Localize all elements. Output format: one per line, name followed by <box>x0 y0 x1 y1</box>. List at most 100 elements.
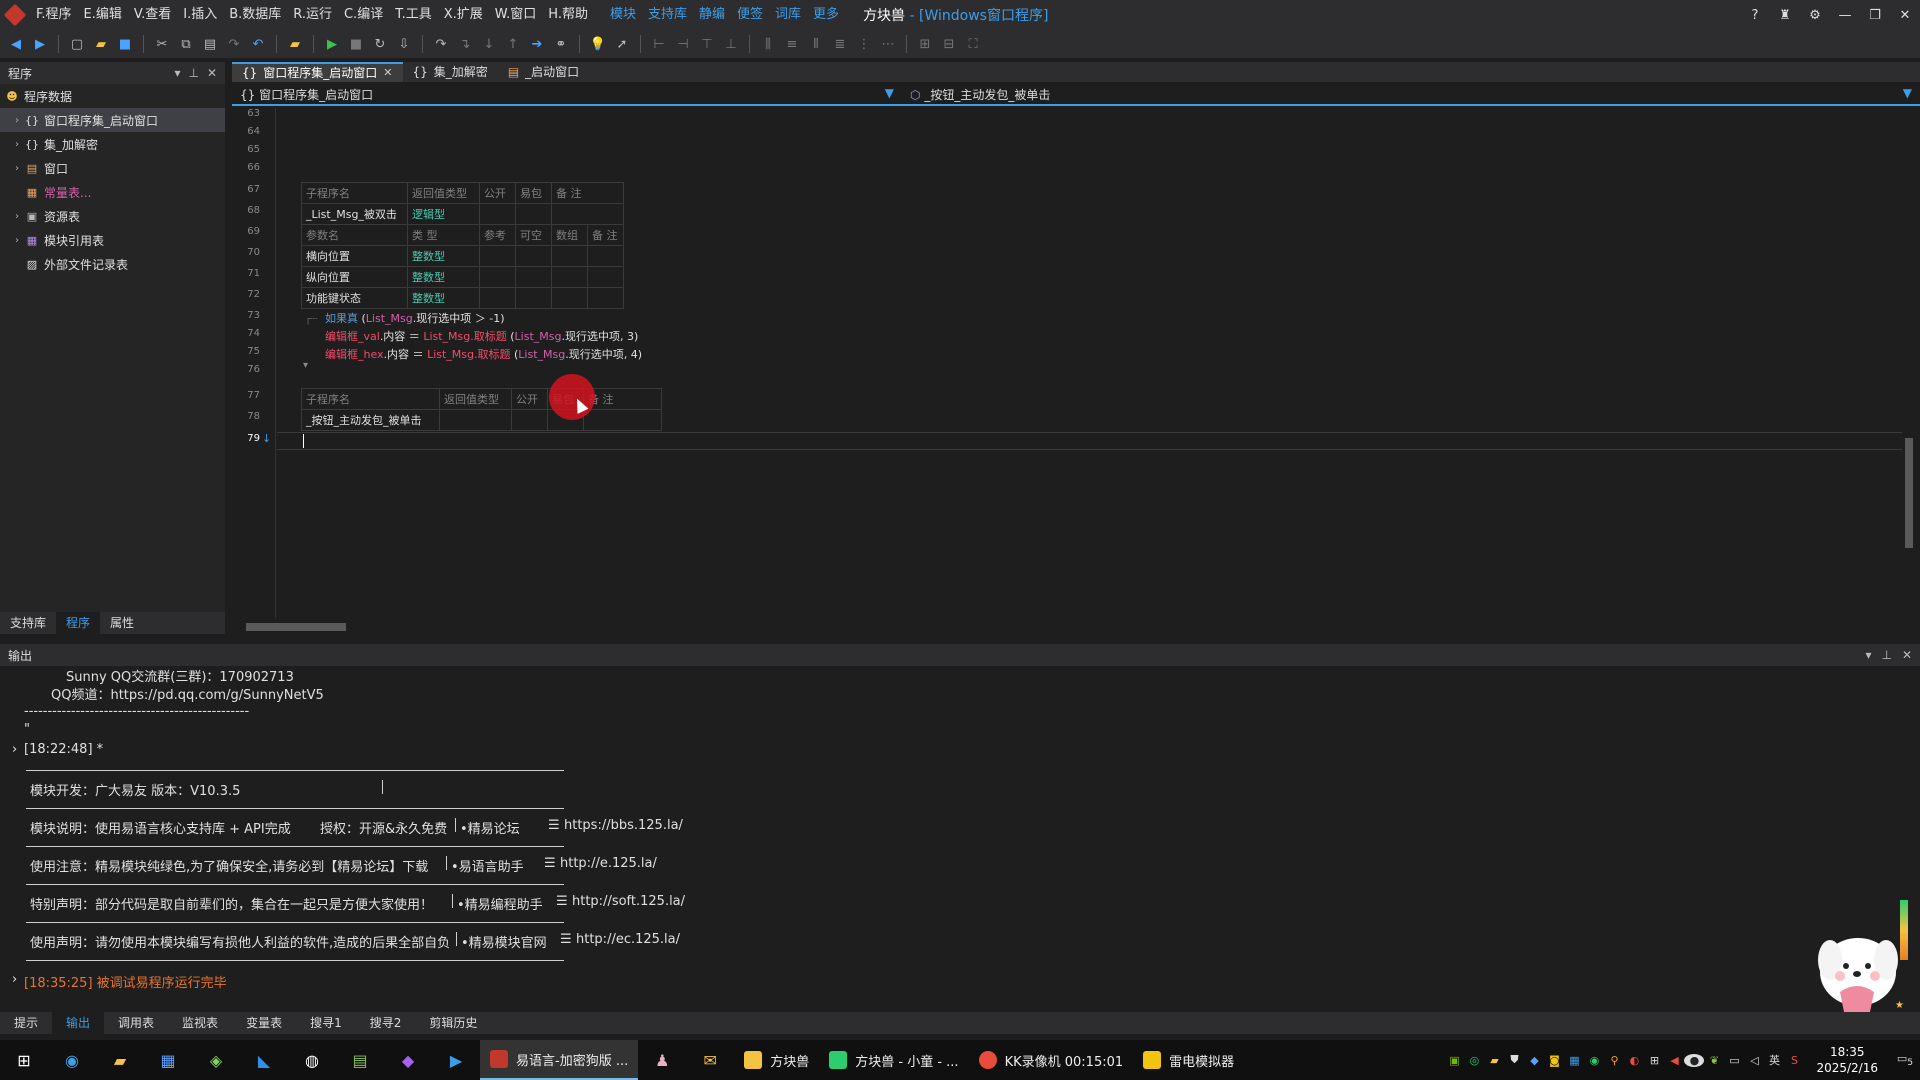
undo-icon[interactable]: ↶ <box>248 34 268 54</box>
step-down-icon[interactable]: ↓ <box>479 34 499 54</box>
notification-icon[interactable]: ▭5 <box>1890 1052 1920 1068</box>
remark-cell[interactable] <box>551 203 624 225</box>
file-explorer-icon[interactable]: ▰ <box>96 1040 144 1080</box>
link-icon[interactable]: ⚭ <box>551 34 571 54</box>
space-h-icon[interactable]: ⫴ <box>806 34 826 54</box>
distribute-h-icon[interactable]: ⋮ <box>854 34 874 54</box>
param-ref-cell[interactable] <box>479 245 516 267</box>
param-nullable-cell[interactable] <box>515 266 552 288</box>
tree-item-constants[interactable]: ▦ 常量表... <box>0 180 225 204</box>
taskbar-app-easy-language[interactable]: 易语言-加密狗版 ... <box>480 1040 639 1080</box>
menu-database[interactable]: B.数据库 <box>223 0 287 30</box>
step-into-icon[interactable]: ↴ <box>455 34 475 54</box>
menu-view[interactable]: V.查看 <box>128 0 177 30</box>
param-ref-cell[interactable] <box>479 287 516 309</box>
taskbar-app-emulator[interactable]: 雷电模拟器 <box>1133 1040 1244 1080</box>
align-left-icon[interactable]: ⊢ <box>649 34 669 54</box>
tab-watch[interactable]: 监视表 <box>168 1012 232 1034</box>
antivirus-icon[interactable]: ◐ <box>1624 1054 1644 1067</box>
dropdown-icon[interactable]: ▾ <box>1865 648 1871 662</box>
redo-icon[interactable]: ↷ <box>224 34 244 54</box>
log-link[interactable]: https://bbs.125.la/ <box>564 818 683 833</box>
menu-help[interactable]: H.帮助 <box>542 0 594 30</box>
param-type-cell[interactable]: 整数型 <box>407 245 480 267</box>
tab-call-stack[interactable]: 调用表 <box>104 1012 168 1034</box>
param-name-cell[interactable]: 横向位置 <box>301 245 408 267</box>
tab-search1[interactable]: 搜寻1 <box>296 1012 356 1034</box>
tab-properties[interactable]: 属性 <box>100 612 144 634</box>
method-selector[interactable]: ⬡ _按钮_主动发包_被单击 ▼ <box>902 86 1920 103</box>
back-icon[interactable]: ◀ <box>6 34 26 54</box>
log-expand-icon[interactable]: › <box>12 742 17 757</box>
param-type-cell[interactable]: 整数型 <box>407 287 480 309</box>
tab-startup-window[interactable]: ▤ _启动窗口 <box>498 62 589 82</box>
pointer-tool-icon[interactable]: ➚ <box>612 34 632 54</box>
chevron-right-icon[interactable]: › <box>10 139 24 150</box>
shirt-icon[interactable]: ♜ <box>1770 8 1800 23</box>
chevron-right-icon[interactable]: › <box>10 115 24 126</box>
same-height-icon[interactable]: ⊟ <box>939 34 959 54</box>
tab-clipboard-history[interactable]: 剪辑历史 <box>415 1012 491 1034</box>
speaker-mute-icon[interactable]: ◀ <box>1664 1054 1684 1067</box>
menu-extend[interactable]: X.扩展 <box>438 0 489 30</box>
param-array-cell[interactable] <box>551 287 588 309</box>
close-button[interactable]: ✕ <box>1890 8 1920 23</box>
param-name-cell[interactable]: 纵向位置 <box>301 266 408 288</box>
menu-more[interactable]: 更多 <box>807 0 845 30</box>
taskbar-app-recorder[interactable]: KK录像机 00:15:01 <box>969 1040 1134 1080</box>
param-remark-cell[interactable] <box>587 287 624 309</box>
lightbulb-icon[interactable]: 💡 <box>588 34 608 54</box>
tree-item-resources[interactable]: › ▣ 资源表 <box>0 204 225 228</box>
menu-support-lib[interactable]: 支持库 <box>642 0 693 30</box>
forward-icon[interactable]: ▶ <box>30 34 50 54</box>
pin-icon[interactable]: ⊥ <box>1881 648 1891 662</box>
code-line-73[interactable]: 如果真 (List_Msg.现行选中项 ＞ -1) <box>325 310 504 326</box>
param-remark-cell[interactable] <box>587 245 624 267</box>
distribute-v-icon[interactable]: ⋯ <box>878 34 898 54</box>
paste-icon[interactable]: ▤ <box>200 34 220 54</box>
easy-pack-cell[interactable] <box>515 203 552 225</box>
close-icon[interactable]: ✕ <box>207 66 217 80</box>
display-icon[interactable]: ▭ <box>1724 1054 1744 1067</box>
remark-cell[interactable] <box>583 409 662 431</box>
tree-item-crypto-class[interactable]: › {} 集_加解密 <box>0 132 225 156</box>
cut-icon[interactable]: ✂ <box>152 34 172 54</box>
android-icon[interactable]: ◈ <box>192 1040 240 1080</box>
open-folder-icon[interactable]: ▰ <box>91 34 111 54</box>
chevron-right-icon[interactable]: › <box>10 163 24 174</box>
search-tray-icon[interactable]: ⚲ <box>1604 1054 1624 1067</box>
menu-dictionary[interactable]: 词库 <box>769 0 807 30</box>
ime-indicator[interactable]: 英 <box>1764 1052 1784 1068</box>
editor-horizontal-scrollbar[interactable] <box>236 620 1902 634</box>
clock[interactable]: 18:35 2025/2/16 <box>1816 1044 1878 1076</box>
sub-name-cell[interactable]: _List_Msg_被双击 <box>301 203 408 225</box>
calculator-icon[interactable]: ▦ <box>144 1040 192 1080</box>
param-nullable-cell[interactable] <box>515 287 552 309</box>
mail-icon[interactable]: ✉ <box>686 1040 734 1080</box>
tab-startup-window-class[interactable]: {} 窗口程序集_启动窗口 ✕ <box>232 62 403 82</box>
same-size-icon[interactable]: ⛶ <box>963 34 983 54</box>
minimize-button[interactable]: — <box>1830 8 1860 23</box>
new-file-icon[interactable]: ▢ <box>67 34 87 54</box>
leaf-tray-icon[interactable]: ❦ <box>1704 1054 1724 1067</box>
menu-window[interactable]: W.窗口 <box>489 0 543 30</box>
code-editor[interactable]: 子程序名 返回值类型 公开 易包 备 注 _List_Msg_被双击 逻辑型 参… <box>277 108 1902 618</box>
wechat-icon[interactable]: ◎ <box>1464 1054 1484 1067</box>
folder-tray-icon[interactable]: ▰ <box>1484 1054 1504 1067</box>
code-line-75[interactable]: 编辑框_hex.内容 ＝ List_Msg.取标题 (List_Msg.现行选中… <box>325 346 642 362</box>
grid-tray-icon[interactable]: ⊞ <box>1644 1054 1664 1067</box>
pin-icon[interactable]: ⊥ <box>188 66 198 80</box>
gear-icon[interactable]: ⚙ <box>1800 8 1830 23</box>
param-array-cell[interactable] <box>551 266 588 288</box>
taskbar-app-folder[interactable]: 方块兽 <box>734 1040 819 1080</box>
terminal-icon[interactable]: ▶ <box>432 1040 480 1080</box>
log-link[interactable]: http://e.125.la/ <box>560 856 657 871</box>
menu-notes[interactable]: 便签 <box>731 0 769 30</box>
close-tab-icon[interactable]: ✕ <box>383 63 392 83</box>
tree-item-module-refs[interactable]: › ▦ 模块引用表 <box>0 228 225 252</box>
tab-output[interactable]: 输出 <box>52 1012 105 1034</box>
param-type-cell[interactable]: 整数型 <box>407 266 480 288</box>
security-icon[interactable]: ◆ <box>1524 1054 1544 1067</box>
space-v-icon[interactable]: ≣ <box>830 34 850 54</box>
open-project-icon[interactable]: ▰ <box>285 34 305 54</box>
